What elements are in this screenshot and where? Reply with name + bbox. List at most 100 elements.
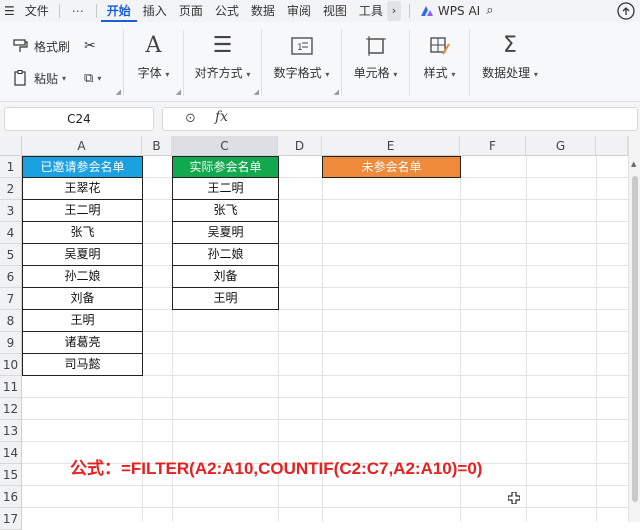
cell-a2[interactable]: 王翠花	[22, 178, 143, 200]
cell-c6[interactable]: 刘备	[172, 266, 279, 288]
clipboard-group: 格式刷 ✂ 粘贴 ▾ ⧉ ▾ ◢	[12, 30, 124, 96]
data-processing-group[interactable]: Σ 数据处理 ▾	[470, 30, 550, 96]
row-header[interactable]: 11	[0, 376, 22, 398]
grid-line	[22, 441, 628, 442]
tab-insert[interactable]: 插入	[137, 0, 173, 22]
row-header[interactable]: 7	[0, 288, 22, 310]
format-painter-button[interactable]: 格式刷 ✂	[12, 34, 123, 58]
row-header[interactable]: 15	[0, 464, 22, 486]
cell-group[interactable]: 单元格 ▾	[342, 30, 410, 96]
style-caret-icon: ▾	[451, 70, 456, 79]
row-header[interactable]: 4	[0, 222, 22, 244]
row-header[interactable]: 10	[0, 354, 22, 376]
cell-cursor-icon	[508, 492, 520, 504]
align-icon: ☰	[212, 33, 233, 58]
row-header[interactable]: 5	[0, 244, 22, 266]
style-group[interactable]: 样式 ▾	[410, 30, 470, 96]
tab-data[interactable]: 数据	[245, 0, 281, 22]
cell-c2[interactable]: 王二明	[172, 178, 279, 200]
header-absent-list[interactable]: 未参会名单	[322, 156, 461, 178]
chevron-right-icon[interactable]: ›	[386, 1, 401, 21]
formula-bar: C24 ⊙ fx	[0, 102, 640, 136]
scroll-up-icon[interactable]: ▲	[631, 160, 636, 168]
tab-home[interactable]: 开始	[100, 0, 137, 22]
tab-page[interactable]: 页面	[173, 0, 209, 22]
paste-icon	[14, 70, 26, 86]
column-header-d[interactable]: D	[278, 136, 322, 156]
column-header-c[interactable]: C	[172, 136, 278, 156]
group-launcher-icon[interactable]: ◢	[254, 88, 259, 96]
search-icon[interactable]: ⌕	[480, 0, 499, 22]
row-header[interactable]: 12	[0, 398, 22, 420]
cell-a4[interactable]: 张飞	[22, 222, 143, 244]
header-invited-list[interactable]: 已邀请参会名单	[22, 156, 143, 178]
copy-caret-icon[interactable]: ▾	[97, 74, 101, 83]
grid-line	[22, 397, 628, 398]
scrollbar-thumb[interactable]	[632, 176, 638, 502]
row-header[interactable]: 13	[0, 420, 22, 442]
cloud-sync-icon[interactable]	[616, 2, 636, 20]
data-processing-label: 数据处理	[482, 66, 531, 80]
column-header-h[interactable]	[596, 136, 628, 156]
column-header-a[interactable]: A	[22, 136, 142, 156]
menu-hamburger-icon[interactable]: ☰	[0, 0, 19, 22]
row-header[interactable]: 2	[0, 178, 22, 200]
tab-review[interactable]: 审阅	[281, 0, 317, 22]
align-label: 对齐方式	[194, 66, 243, 80]
cell-a5[interactable]: 吴夏明	[22, 244, 143, 266]
column-header-g[interactable]: G	[526, 136, 596, 156]
column-header-f[interactable]: F	[460, 136, 526, 156]
tab-formula[interactable]: 公式	[209, 0, 245, 22]
grid-line	[22, 507, 628, 508]
ribbon: 格式刷 ✂ 粘贴 ▾ ⧉ ▾ ◢ A 字体 ▾ ◢ ☰ 对齐方式 ▾ ◢ 1 数…	[0, 22, 640, 102]
cell-c3[interactable]: 张飞	[172, 200, 279, 222]
cell-a8[interactable]: 王明	[22, 310, 143, 332]
row-header[interactable]: 16	[0, 486, 22, 508]
cell-c7[interactable]: 王明	[172, 288, 279, 310]
align-group[interactable]: ☰ 对齐方式 ▾ ◢	[184, 30, 262, 96]
tab-tools[interactable]: 工具	[353, 0, 383, 22]
cell-label: 单元格	[353, 66, 390, 80]
spreadsheet-grid[interactable]: A B C D E F G 1 2 3 4 5 6 7 8 9 10 11 12…	[0, 136, 628, 530]
menu-file[interactable]: 文件	[19, 0, 55, 22]
vertical-scrollbar[interactable]: ▲	[628, 136, 640, 522]
header-actual-list[interactable]: 实际参会名单	[172, 156, 279, 178]
scissors-icon[interactable]: ✂	[84, 38, 96, 54]
grid-line	[596, 156, 597, 522]
cell-a10[interactable]: 司马懿	[22, 354, 143, 376]
more-icon[interactable]: ⋯	[64, 4, 92, 18]
row-header[interactable]: 3	[0, 200, 22, 222]
zoom-search-icon[interactable]: ⊙	[185, 111, 196, 126]
row-header[interactable]: 1	[0, 156, 22, 178]
group-launcher-icon[interactable]: ◢	[176, 88, 181, 96]
row-header[interactable]: 17	[0, 508, 22, 530]
copy-icon[interactable]: ⧉	[84, 71, 93, 86]
cell-c5[interactable]: 孙二娘	[172, 244, 279, 266]
font-group[interactable]: A 字体 ▾ ◢	[124, 30, 184, 96]
row-header[interactable]: 8	[0, 310, 22, 332]
group-launcher-icon[interactable]: ◢	[334, 88, 339, 96]
row-header[interactable]: 14	[0, 442, 22, 464]
formula-input[interactable]: ⊙ fx	[162, 107, 638, 131]
cell-c4[interactable]: 吴夏明	[172, 222, 279, 244]
sum-icon: Σ	[503, 33, 517, 58]
cell-a7[interactable]: 刘备	[22, 288, 143, 310]
select-all-corner[interactable]	[0, 136, 22, 156]
row-header[interactable]: 6	[0, 266, 22, 288]
paste-caret-icon[interactable]: ▾	[62, 74, 66, 83]
cell-a6[interactable]: 孙二娘	[22, 266, 143, 288]
column-header-b[interactable]: B	[142, 136, 172, 156]
name-box[interactable]: C24	[4, 107, 154, 131]
number-format-icon: 1	[290, 37, 313, 55]
group-launcher-icon[interactable]: ◢	[116, 88, 121, 96]
tab-view[interactable]: 视图	[317, 0, 353, 22]
cell-a9[interactable]: 诸葛亮	[22, 332, 143, 354]
row-header[interactable]: 9	[0, 332, 22, 354]
cell-a3[interactable]: 王二明	[22, 200, 143, 222]
number-format-group[interactable]: 1 数字格式 ▾ ◢	[262, 30, 342, 96]
font-caret-icon: ▾	[165, 70, 170, 79]
column-header-e[interactable]: E	[322, 136, 460, 156]
fx-icon[interactable]: fx	[215, 109, 228, 125]
paste-button[interactable]: 粘贴 ▾ ⧉ ▾	[12, 66, 123, 90]
wps-ai-button[interactable]: WPS AI	[420, 4, 480, 18]
